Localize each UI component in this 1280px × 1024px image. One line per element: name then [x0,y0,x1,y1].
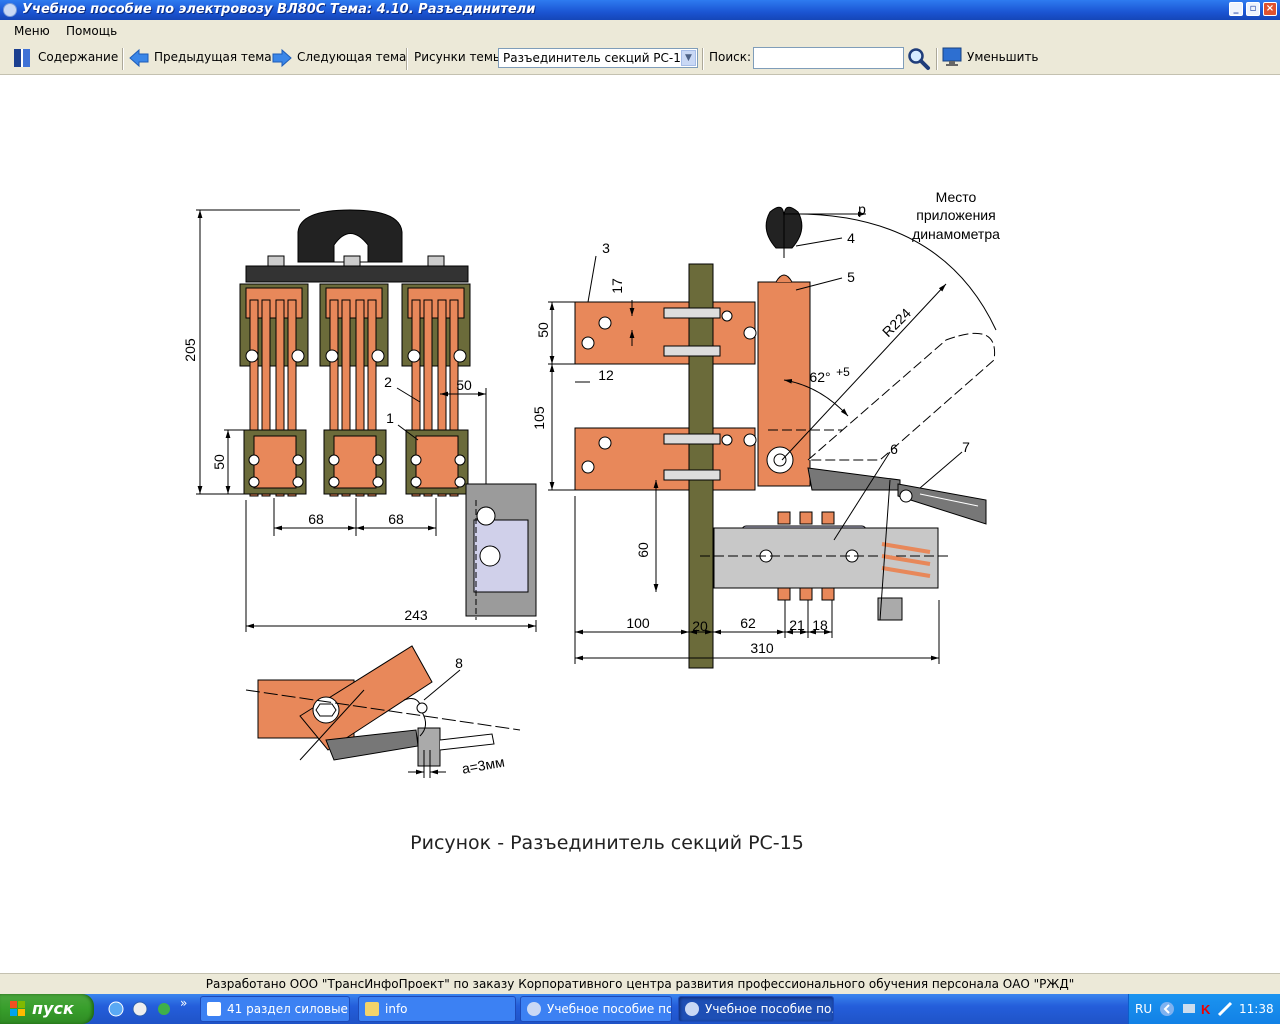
label-tolerance: +5 [836,365,850,379]
dim-310: 310 [750,640,774,656]
label-8: 8 [455,655,463,671]
label-place-3: динамометра [912,226,1000,242]
messenger-icon[interactable] [156,1001,172,1017]
taskbar-item-word[interactable]: 41 раздел силовые ... [200,996,350,1022]
search-label: Поиск: [709,50,752,64]
dim-50-top: 50 [456,377,472,393]
dim-18: 18 [812,617,828,633]
monitor-icon [942,47,962,66]
clock: 11:38 [1239,1002,1274,1016]
book-icon [14,49,30,67]
dim-50-left: 50 [211,454,227,470]
taskbar: пуск » 41 раздел силовые ... info Учебно… [0,994,1280,1024]
label-r224: R224 [879,305,914,340]
dim-105: 105 [531,406,547,430]
figures-label: Рисунки темы [414,50,503,64]
close-button[interactable]: × [1263,2,1277,16]
menu-item-menu[interactable]: Меню [14,24,50,38]
svg-text:K: K [1201,1002,1211,1017]
dim-68-a: 68 [308,511,324,527]
word-icon [207,1002,221,1016]
taskbar-item-info[interactable]: info [358,996,516,1022]
chevron-down-icon[interactable]: ▼ [681,50,696,66]
arrow-left-icon [129,48,149,68]
dim-21: 21 [789,617,805,633]
label-place-1: Место [936,189,977,205]
label-6: 6 [890,441,898,457]
dim-68-b: 68 [388,511,404,527]
language-indicator[interactable]: RU [1135,994,1152,1024]
search-icon[interactable] [907,47,931,71]
dim-205: 205 [182,338,198,362]
label-2: 2 [384,374,392,390]
label-gap: a=3мм [461,753,506,776]
media-player-icon[interactable] [132,1001,148,1017]
system-tray: RU K 11:38 [1128,994,1280,1024]
dim-60: 60 [635,542,651,558]
label-1: 1 [386,410,394,426]
contents-button[interactable]: Содержание [38,50,118,64]
safely-remove-icon[interactable] [1217,1001,1233,1017]
menu-item-help[interactable]: Помощь [66,24,117,38]
start-button[interactable]: пуск [0,994,94,1024]
taskbar-item-manual-1[interactable]: Учебное пособие по... [520,996,672,1022]
window-title: Учебное пособие по электровозу ВЛ80С Тем… [22,2,536,17]
dim-12: 12 [598,367,614,383]
taskbar-item-manual-2[interactable]: Учебное пособие по... [678,996,834,1022]
gear-icon [685,1002,699,1016]
dim-50-right: 50 [535,322,551,338]
label-5: 5 [847,269,855,285]
menu-bar: Меню Помощь [0,20,1280,42]
label-p: р [858,201,866,217]
chevron-right-icon[interactable]: » [180,996,187,1010]
footer-credits: Разработано ООО "ТрансИнфоПроект" по зак… [0,973,1280,995]
chevron-left-icon[interactable] [1159,1001,1175,1017]
dim-20: 20 [692,618,708,634]
label-place-2: приложения [916,207,995,223]
antivirus-icon[interactable]: K [1199,1001,1215,1017]
label-3: 3 [602,240,610,256]
label-7: 7 [962,439,970,455]
network-icon[interactable] [1181,1001,1197,1017]
minimize-button[interactable]: _ [1229,2,1243,16]
folder-icon [365,1002,379,1016]
gear-icon [527,1002,541,1016]
label-4: 4 [847,230,855,246]
search-input[interactable] [753,47,904,69]
maximize-button[interactable]: ▫ [1246,2,1260,16]
shrink-button[interactable]: Уменьшить [967,50,1039,64]
ie-icon[interactable] [108,1001,124,1017]
windows-logo-icon [10,1001,25,1016]
dim-17: 17 [609,278,625,294]
arrow-right-icon [272,48,292,68]
title-bar: Учебное пособие по электровозу ВЛ80С Тем… [0,0,1280,20]
dim-62: 62 [740,615,756,631]
app-icon [3,3,17,17]
label-angle: 62° [809,369,830,385]
figure-select[interactable]: Разъединитель секций РС-15 ▼ [498,48,698,68]
prev-topic-button[interactable]: Предыдущая тема [154,50,272,64]
start-label: пуск [32,999,74,1018]
next-topic-button[interactable]: Следующая тема [297,50,406,64]
dim-100: 100 [626,615,650,631]
figure-caption: Рисунок - Разъединитель секций РС-15 [410,832,804,854]
figure-select-value: Разъединитель секций РС-15 [503,51,689,65]
dim-243: 243 [404,607,428,623]
